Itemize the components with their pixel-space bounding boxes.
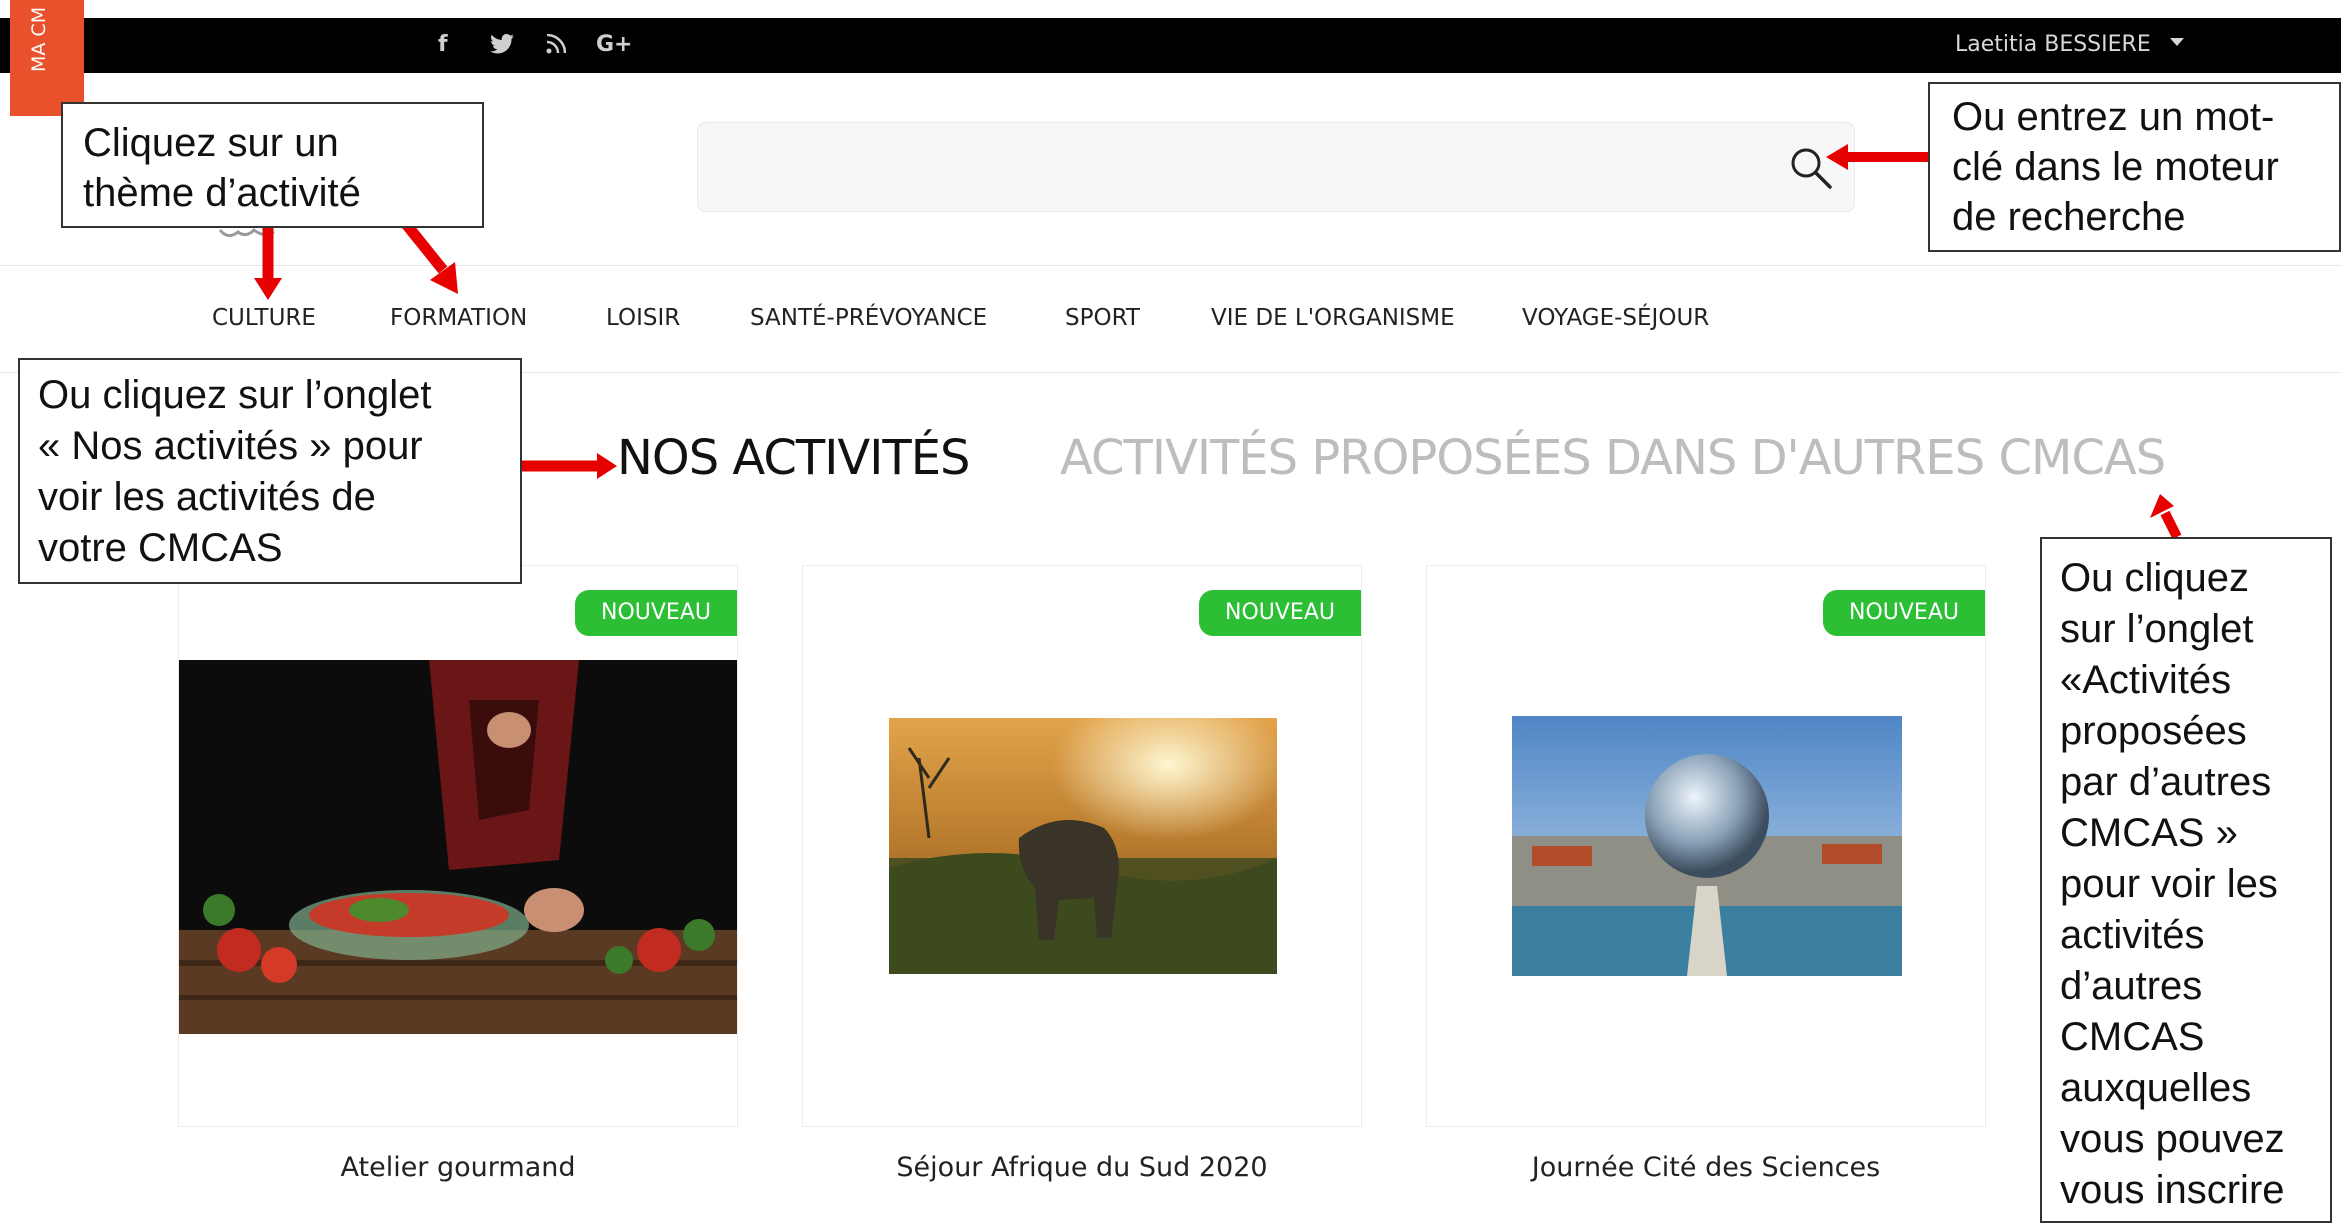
annotation-autres-cmcas: Ou cliquez sur l’onglet «Activités propo… xyxy=(2040,537,2332,1223)
annotation-theme: Cliquez sur un thème d’activité xyxy=(61,102,484,228)
annotation-search: Ou entrez un mot- clé dans le moteur de … xyxy=(1928,82,2341,252)
annotation-nos-activites: Ou cliquez sur l’onglet « Nos activités … xyxy=(18,358,522,584)
